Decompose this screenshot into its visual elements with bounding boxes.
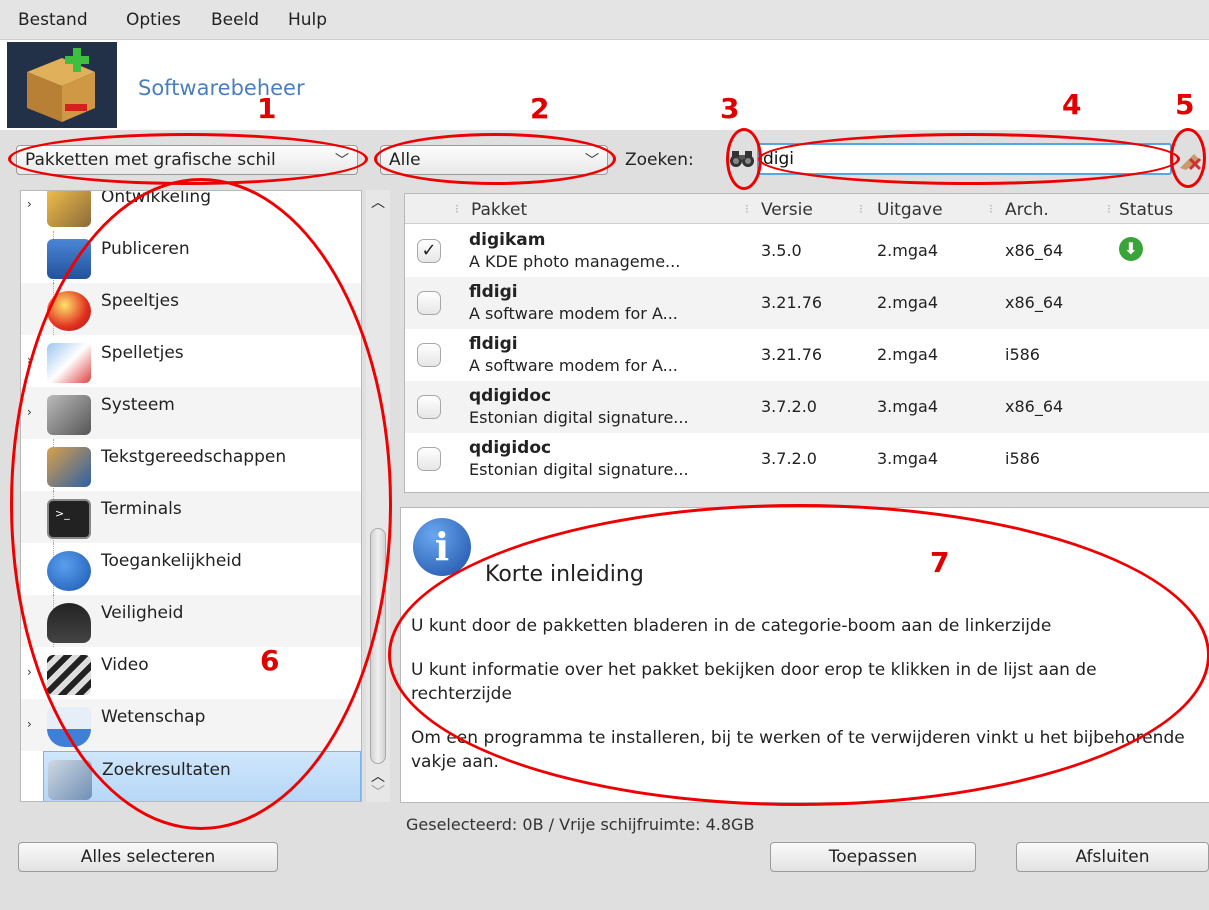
annotation-number-5: 5 bbox=[1175, 88, 1195, 121]
column-separator: ⁝ bbox=[1107, 202, 1111, 216]
annotation-ellipse-5 bbox=[1170, 128, 1206, 188]
column-separator: ⁝ bbox=[859, 202, 863, 216]
menu-opties[interactable]: Opties bbox=[126, 10, 181, 30]
table-row[interactable]: fldigi A software modem for A... 3.21.76… bbox=[405, 277, 1209, 329]
menu-hulp[interactable]: Hulp bbox=[288, 10, 327, 30]
package-description: Estonian digital signature... bbox=[469, 460, 689, 479]
search-label: Zoeken: bbox=[625, 150, 694, 170]
package-checkbox[interactable] bbox=[417, 343, 441, 367]
package-box-icon bbox=[7, 42, 125, 128]
package-name: digikam bbox=[469, 230, 546, 250]
tools-icon bbox=[47, 191, 91, 227]
expander-arrow-icon[interactable]: › bbox=[27, 665, 32, 679]
search-results-icon bbox=[48, 760, 92, 800]
expander-arrow-icon[interactable]: › bbox=[27, 717, 32, 731]
installed-icon: ⬇ bbox=[1119, 237, 1143, 261]
package-description: A software modem for A... bbox=[469, 304, 678, 323]
package-version: 3.5.0 bbox=[761, 241, 802, 260]
package-table[interactable]: ⁝ Pakket ⁝ Versie ⁝ Uitgave ⁝ Arch. ⁝ St… bbox=[404, 193, 1209, 493]
package-description: A software modem for A... bbox=[469, 356, 678, 375]
table-row[interactable]: qdigidoc Estonian digital signature... 3… bbox=[405, 433, 1209, 485]
package-arch: i586 bbox=[1005, 345, 1040, 364]
table-row[interactable]: qdigidoc Estonian digital signature... 3… bbox=[405, 381, 1209, 433]
column-versie[interactable]: Versie bbox=[761, 200, 813, 220]
annotation-number-1: 1 bbox=[257, 92, 277, 125]
package-version: 3.21.76 bbox=[761, 293, 823, 312]
package-version: 3.7.2.0 bbox=[761, 397, 817, 416]
package-release: 3.mga4 bbox=[877, 449, 938, 468]
column-status[interactable]: Status bbox=[1119, 200, 1173, 220]
annotation-ellipse-6 bbox=[10, 178, 392, 830]
package-name: fldigi bbox=[469, 282, 518, 302]
package-name: qdigidoc bbox=[469, 386, 552, 406]
annotation-ellipse-4 bbox=[758, 133, 1180, 185]
package-checkbox[interactable] bbox=[417, 395, 441, 419]
app-title: Softwarebeheer bbox=[138, 76, 305, 100]
package-release: 2.mga4 bbox=[877, 293, 938, 312]
annotation-ellipse-3 bbox=[726, 128, 762, 190]
package-name: qdigidoc bbox=[469, 438, 552, 458]
package-arch: x86_64 bbox=[1005, 293, 1064, 312]
package-release: 2.mga4 bbox=[877, 241, 938, 260]
menu-bestand[interactable]: Bestand bbox=[18, 10, 88, 30]
status-bar-text: Geselecteerd: 0B / Vrije schijfruimte: 4… bbox=[406, 815, 755, 834]
column-arch[interactable]: Arch. bbox=[1005, 200, 1049, 220]
annotation-number-3: 3 bbox=[720, 92, 740, 125]
package-checkbox[interactable]: ✓ bbox=[417, 239, 441, 263]
annotation-number-6: 6 bbox=[260, 644, 280, 677]
annotation-ellipse-2 bbox=[374, 133, 616, 185]
package-arch: x86_64 bbox=[1005, 397, 1064, 416]
package-release: 3.mga4 bbox=[877, 397, 938, 416]
annotation-number-7: 7 bbox=[930, 546, 950, 579]
package-checkbox[interactable] bbox=[417, 291, 441, 315]
select-all-button[interactable]: Alles selecteren bbox=[18, 842, 278, 872]
table-row[interactable]: ✓ digikam A KDE photo manageme... 3.5.0 … bbox=[405, 225, 1209, 277]
annotation-ellipse-7 bbox=[388, 504, 1209, 806]
annotation-number-2: 2 bbox=[530, 92, 550, 125]
column-separator: ⁝ bbox=[745, 202, 749, 216]
scroll-down-icon[interactable]: ﹀ bbox=[371, 782, 385, 802]
package-arch: i586 bbox=[1005, 449, 1040, 468]
annotation-ellipse-1 bbox=[8, 133, 368, 185]
expander-arrow-icon[interactable]: › bbox=[27, 197, 32, 211]
package-version: 3.21.76 bbox=[761, 345, 823, 364]
table-header: ⁝ Pakket ⁝ Versie ⁝ Uitgave ⁝ Arch. ⁝ St… bbox=[405, 194, 1209, 224]
package-description: A KDE photo manageme... bbox=[469, 252, 681, 271]
table-row[interactable]: fldigi A software modem for A... 3.21.76… bbox=[405, 329, 1209, 381]
package-release: 2.mga4 bbox=[877, 345, 938, 364]
apply-button[interactable]: Toepassen bbox=[770, 842, 976, 872]
package-version: 3.7.2.0 bbox=[761, 449, 817, 468]
menu-beeld[interactable]: Beeld bbox=[211, 10, 259, 30]
column-separator: ⁝ bbox=[455, 202, 459, 216]
column-pakket[interactable]: Pakket bbox=[471, 200, 527, 220]
menu-bar: Bestand Opties Beeld Hulp bbox=[0, 0, 1209, 40]
quit-button[interactable]: Afsluiten bbox=[1016, 842, 1209, 872]
column-uitgave[interactable]: Uitgave bbox=[877, 200, 943, 220]
package-name: fldigi bbox=[469, 334, 518, 354]
package-checkbox[interactable] bbox=[417, 447, 441, 471]
column-separator: ⁝ bbox=[989, 202, 993, 216]
package-description: Estonian digital signature... bbox=[469, 408, 689, 427]
scroll-up-icon[interactable]: ︿ bbox=[371, 192, 385, 212]
package-arch: x86_64 bbox=[1005, 241, 1064, 260]
annotation-number-4: 4 bbox=[1062, 88, 1082, 121]
